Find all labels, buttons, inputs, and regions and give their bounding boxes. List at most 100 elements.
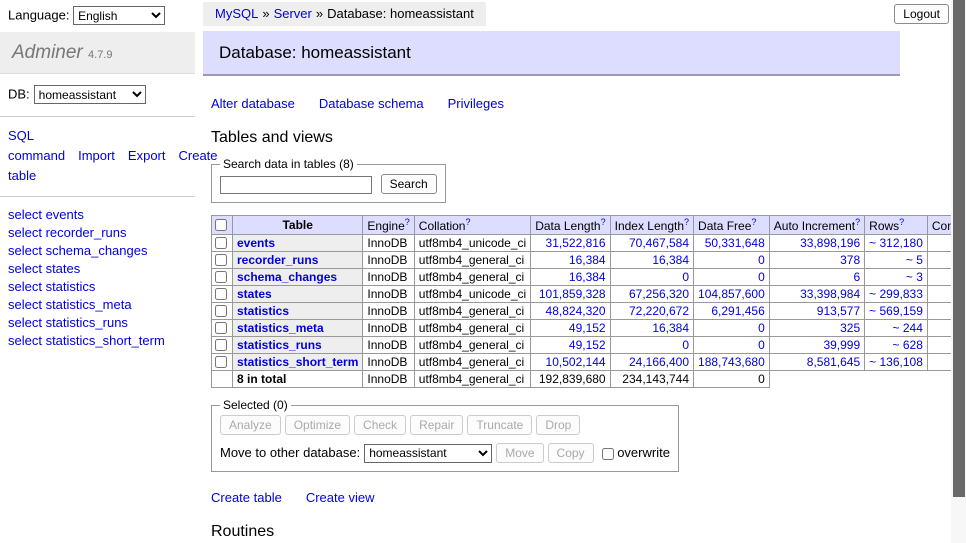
auto-increment-link[interactable]: 913,577: [817, 304, 860, 318]
row-checkbox-schema-changes[interactable]: [215, 271, 227, 283]
table-link-events[interactable]: events: [237, 236, 275, 250]
rows-link[interactable]: ~ 3: [906, 270, 923, 284]
sidebar-action-sql-command[interactable]: SQL command: [8, 128, 65, 163]
index-length-link[interactable]: 16,384: [652, 321, 689, 335]
help-link-engine[interactable]: ?: [405, 217, 410, 227]
table-link-statistics-meta[interactable]: statistics_meta: [237, 321, 324, 335]
data-free-link[interactable]: 104,857,600: [698, 287, 765, 301]
optimize-button[interactable]: Optimize: [285, 415, 350, 435]
search-button[interactable]: Search: [381, 174, 437, 194]
create-link-create-view[interactable]: Create view: [306, 490, 375, 505]
search-input[interactable]: [220, 176, 372, 194]
row-checkbox-statistics-meta[interactable]: [215, 322, 227, 334]
rows-link[interactable]: ~ 136,108: [869, 355, 923, 369]
data-free-link[interactable]: 50,331,648: [705, 236, 765, 250]
sidebar-link-select-schema-changes[interactable]: select schema_changes: [8, 242, 187, 260]
row-checkbox-events[interactable]: [215, 237, 227, 249]
row-checkbox-statistics[interactable]: [215, 305, 227, 317]
auto-increment-link[interactable]: 33,398,984: [800, 287, 860, 301]
create-link-create-table[interactable]: Create table: [211, 490, 282, 505]
db-link-privileges[interactable]: Privileges: [448, 96, 504, 111]
move-button[interactable]: Move: [496, 443, 543, 463]
help-link-data-length[interactable]: ?: [601, 217, 606, 227]
data-length-link[interactable]: 101,859,328: [539, 287, 606, 301]
index-length-link[interactable]: 0: [682, 338, 689, 352]
help-link-index-length[interactable]: ?: [684, 217, 689, 227]
help-link-data-free[interactable]: ?: [751, 217, 756, 227]
index-length-link[interactable]: 16,384: [652, 253, 689, 267]
table-link-states[interactable]: states: [237, 287, 272, 301]
row-checkbox-recorder-runs[interactable]: [215, 254, 227, 266]
logout-button[interactable]: Logout: [894, 4, 949, 24]
language-select[interactable]: English: [73, 6, 165, 25]
data-length-link[interactable]: 16,384: [569, 270, 606, 284]
auto-increment-link[interactable]: 33,898,196: [800, 236, 860, 250]
breadcrumb-server[interactable]: Server: [274, 6, 312, 21]
sidebar-link-select-statistics-short-term[interactable]: select statistics_short_term: [8, 332, 187, 350]
row-checkbox-statistics-runs[interactable]: [215, 339, 227, 351]
check-button[interactable]: Check: [354, 415, 406, 435]
breadcrumb-mysql[interactable]: MySQL: [215, 6, 258, 21]
data-free-link[interactable]: 188,743,680: [698, 355, 765, 369]
table-link-statistics-runs[interactable]: statistics_runs: [237, 338, 322, 352]
row-checkbox-statistics-short-term[interactable]: [215, 356, 227, 368]
rows-link[interactable]: ~ 628: [893, 338, 923, 352]
data-free-link[interactable]: 6,291,456: [711, 304, 764, 318]
help-link-rows[interactable]: ?: [899, 217, 904, 227]
truncate-button[interactable]: Truncate: [467, 415, 532, 435]
row-checkbox-states[interactable]: [215, 288, 227, 300]
data-length-link[interactable]: 10,502,144: [546, 355, 606, 369]
drop-button[interactable]: Drop: [536, 415, 580, 435]
scrollbar[interactable]: [951, 0, 966, 543]
db-select[interactable]: homeassistant: [34, 85, 146, 104]
data-length-link[interactable]: 49,152: [569, 321, 606, 335]
index-length-link[interactable]: 0: [682, 270, 689, 284]
help-link-collation[interactable]: ?: [465, 217, 470, 227]
data-free-link[interactable]: 0: [758, 270, 765, 284]
index-length-link[interactable]: 67,256,320: [629, 287, 689, 301]
table-link-statistics[interactable]: statistics: [237, 304, 289, 318]
analyze-button[interactable]: Analyze: [220, 415, 281, 435]
repair-button[interactable]: Repair: [410, 415, 463, 435]
table-link-schema-changes[interactable]: schema_changes: [237, 270, 337, 284]
data-length-link[interactable]: 16,384: [569, 253, 606, 267]
index-length-link[interactable]: 70,467,584: [629, 236, 689, 250]
sidebar-link-select-events[interactable]: select events: [8, 206, 187, 224]
rows-link[interactable]: ~ 312,180: [869, 236, 923, 250]
move-db-select[interactable]: homeassistant: [364, 444, 492, 463]
sidebar-link-select-recorder-runs[interactable]: select recorder_runs: [8, 224, 187, 242]
auto-increment-link[interactable]: 378: [840, 253, 860, 267]
auto-increment-link[interactable]: 39,999: [823, 338, 860, 352]
data-length-link[interactable]: 48,824,320: [546, 304, 606, 318]
rows-link[interactable]: ~ 5: [906, 253, 923, 267]
db-link-alter-database[interactable]: Alter database: [211, 96, 295, 111]
auto-increment-link[interactable]: 8,581,645: [807, 355, 860, 369]
sidebar-link-select-statistics-runs[interactable]: select statistics_runs: [8, 314, 187, 332]
rows-link[interactable]: ~ 299,833: [869, 287, 923, 301]
auto-increment-link[interactable]: 6: [853, 270, 860, 284]
select-all-checkbox[interactable]: [215, 219, 227, 231]
sidebar-link-select-statistics[interactable]: select statistics: [8, 278, 187, 296]
sidebar-link-select-states[interactable]: select states: [8, 260, 187, 278]
data-free-link[interactable]: 0: [758, 253, 765, 267]
table-link-recorder-runs[interactable]: recorder_runs: [237, 253, 318, 267]
overwrite-checkbox[interactable]: [602, 448, 614, 460]
index-length-link[interactable]: 72,220,672: [629, 304, 689, 318]
sidebar-action-export[interactable]: Export: [128, 148, 166, 163]
auto-increment-link[interactable]: 325: [840, 321, 860, 335]
sidebar-action-import[interactable]: Import: [78, 148, 115, 163]
data-free-link[interactable]: 0: [758, 338, 765, 352]
data-length-link[interactable]: 49,152: [569, 338, 606, 352]
rows-link[interactable]: ~ 569,159: [869, 304, 923, 318]
help-link-auto-increment[interactable]: ?: [855, 217, 860, 227]
sidebar-link-select-statistics-meta[interactable]: select statistics_meta: [8, 296, 187, 314]
index-length-link[interactable]: 24,166,400: [629, 355, 689, 369]
scrollbar-thumb[interactable]: [953, 0, 965, 497]
rows-link[interactable]: ~ 244: [893, 321, 923, 335]
copy-button[interactable]: Copy: [548, 443, 594, 463]
table-link-statistics-short-term[interactable]: statistics_short_term: [237, 355, 358, 369]
data-free-link[interactable]: 0: [758, 321, 765, 335]
db-link-database-schema[interactable]: Database schema: [319, 96, 424, 111]
adminer-logo[interactable]: Adminer 4.7.9: [0, 32, 195, 74]
data-length-link[interactable]: 31,522,816: [546, 236, 606, 250]
